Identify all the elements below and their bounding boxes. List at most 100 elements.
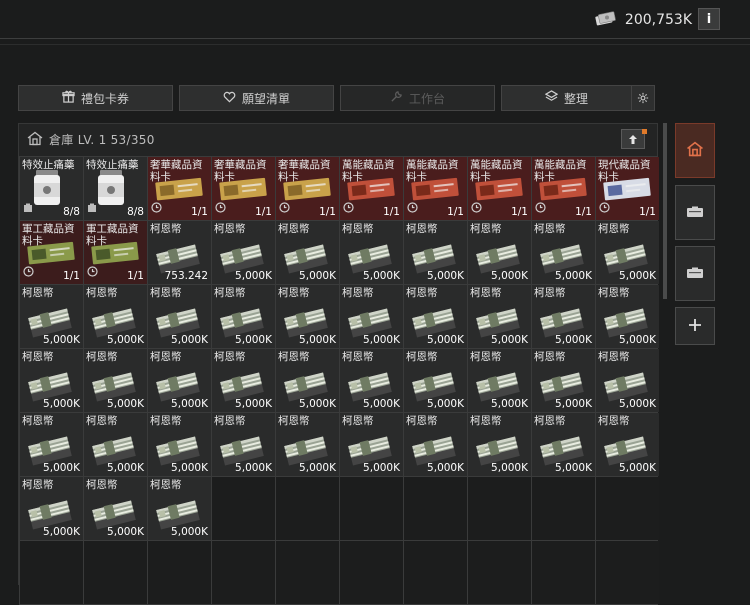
- empty-slot[interactable]: [404, 477, 467, 540]
- stash-item[interactable]: 柯恩幣 5,000K: [532, 413, 595, 476]
- sort-settings-button[interactable]: [631, 85, 655, 111]
- collection-badge-icon: [535, 198, 546, 217]
- stash-item[interactable]: 柯恩幣 5,000K: [532, 285, 595, 348]
- empty-slot[interactable]: [404, 541, 467, 604]
- collection-badge-icon: [407, 198, 418, 217]
- stash-item[interactable]: 柯恩幣 5,000K: [148, 413, 211, 476]
- stash-item[interactable]: 柯恩幣 5,000K: [212, 285, 275, 348]
- tab-label: 工作台: [408, 91, 445, 106]
- stash-item[interactable]: 萬能藏品資料卡 1/1: [340, 157, 403, 220]
- stash-item[interactable]: 柯恩幣 5,000K: [212, 221, 275, 284]
- item-quantity: 5,000K: [491, 270, 528, 282]
- stash-item[interactable]: 柯恩幣 5,000K: [84, 349, 147, 412]
- empty-slot[interactable]: [212, 541, 275, 604]
- stash-item[interactable]: 柯恩幣 753.242: [148, 221, 211, 284]
- empty-slot[interactable]: [20, 541, 83, 604]
- stash-item[interactable]: 柯恩幣 5,000K: [596, 413, 659, 476]
- empty-slot[interactable]: [532, 541, 595, 604]
- tab-sort[interactable]: 整理: [501, 85, 631, 111]
- stash-item[interactable]: 奢華藏品資料卡 1/1: [276, 157, 339, 220]
- divider: [0, 44, 750, 45]
- stash-item[interactable]: 萬能藏品資料卡 1/1: [532, 157, 595, 220]
- sidebar-add-button[interactable]: [675, 307, 715, 345]
- empty-slot[interactable]: [468, 541, 531, 604]
- stash-item[interactable]: 萬能藏品資料卡 1/1: [468, 157, 531, 220]
- stash-item[interactable]: 柯恩幣 5,000K: [340, 221, 403, 284]
- item-name: 柯恩幣: [342, 351, 374, 363]
- empty-slot[interactable]: [532, 477, 595, 540]
- empty-slot[interactable]: [276, 541, 339, 604]
- tab-workbench[interactable]: 工作台: [340, 85, 495, 111]
- stash-item[interactable]: 柯恩幣 5,000K: [340, 285, 403, 348]
- stash-item[interactable]: 奢華藏品資料卡 1/1: [148, 157, 211, 220]
- stash-item[interactable]: 柯恩幣 5,000K: [404, 413, 467, 476]
- stash-item[interactable]: 柯恩幣 5,000K: [596, 285, 659, 348]
- empty-slot[interactable]: [596, 477, 659, 540]
- stash-header: 倉庫 LV. 1 53/350: [19, 124, 657, 154]
- stash-item[interactable]: 柯恩幣 5,000K: [276, 349, 339, 412]
- stash-item[interactable]: 柯恩幣 5,000K: [532, 349, 595, 412]
- stash-item[interactable]: 柯恩幣 5,000K: [468, 413, 531, 476]
- stash-item[interactable]: 柯恩幣 5,000K: [212, 413, 275, 476]
- item-quantity: 5,000K: [427, 270, 464, 282]
- stash-item[interactable]: 柯恩幣 5,000K: [596, 221, 659, 284]
- empty-slot[interactable]: [276, 477, 339, 540]
- stash-scrollbar[interactable]: [663, 123, 667, 299]
- item-name: 柯恩幣: [598, 351, 630, 363]
- sidebar-storage-case-button[interactable]: [675, 185, 715, 240]
- stash-item[interactable]: 柯恩幣 5,000K: [212, 349, 275, 412]
- stash-item[interactable]: 柯恩幣 5,000K: [20, 477, 83, 540]
- item-name: 柯恩幣: [86, 415, 118, 427]
- info-button[interactable]: i: [698, 8, 720, 30]
- stash-item[interactable]: 柯恩幣 5,000K: [84, 285, 147, 348]
- empty-slot[interactable]: [212, 477, 275, 540]
- stash-item[interactable]: 柯恩幣 5,000K: [404, 285, 467, 348]
- stash-item[interactable]: 柯恩幣 5,000K: [20, 285, 83, 348]
- stash-item[interactable]: 柯恩幣 5,000K: [340, 413, 403, 476]
- empty-slot[interactable]: [148, 541, 211, 604]
- item-name: 柯恩幣: [406, 287, 438, 299]
- sidebar-home-button[interactable]: [675, 123, 715, 178]
- stash-item[interactable]: 柯恩幣 5,000K: [276, 285, 339, 348]
- stash-item[interactable]: 柯恩幣 5,000K: [20, 349, 83, 412]
- collection-badge-icon: [87, 262, 98, 281]
- stash-item[interactable]: 柯恩幣 5,000K: [404, 349, 467, 412]
- empty-slot[interactable]: [340, 477, 403, 540]
- item-quantity: 5,000K: [107, 462, 144, 474]
- stash-item[interactable]: 柯恩幣 5,000K: [276, 413, 339, 476]
- sidebar-storage-case-button[interactable]: [675, 246, 715, 301]
- tab-wishlist[interactable]: 願望清單: [179, 85, 334, 111]
- stash-item[interactable]: 軍工藏品資料卡 1/1: [84, 221, 147, 284]
- tab-label: 整理: [563, 91, 588, 106]
- stash-item[interactable]: 柯恩幣 5,000K: [148, 285, 211, 348]
- empty-slot[interactable]: [596, 541, 659, 604]
- stash-item[interactable]: 特效止痛藥 8/8: [20, 157, 83, 220]
- item-quantity: 1/1: [319, 206, 336, 218]
- stash-item[interactable]: 柯恩幣 5,000K: [148, 477, 211, 540]
- empty-slot[interactable]: [468, 477, 531, 540]
- stash-item[interactable]: 萬能藏品資料卡 1/1: [404, 157, 467, 220]
- item-quantity: 5,000K: [235, 462, 272, 474]
- stash-item[interactable]: 柯恩幣 5,000K: [404, 221, 467, 284]
- collection-badge-icon: [151, 198, 162, 217]
- stash-item[interactable]: 奢華藏品資料卡 1/1: [212, 157, 275, 220]
- stash-item[interactable]: 柯恩幣 5,000K: [84, 477, 147, 540]
- stash-item[interactable]: 柯恩幣 5,000K: [276, 221, 339, 284]
- stash-item[interactable]: 軍工藏品資料卡 1/1: [20, 221, 83, 284]
- tab-gift-vouchers[interactable]: 禮包卡券: [18, 85, 173, 111]
- stash-item[interactable]: 特效止痛藥 8/8: [84, 157, 147, 220]
- item-name: 奢華藏品資料卡: [278, 159, 331, 183]
- stash-item[interactable]: 現代藏品資料卡 1/1: [596, 157, 659, 220]
- stash-item[interactable]: 柯恩幣 5,000K: [468, 349, 531, 412]
- item-quantity: 1/1: [639, 206, 656, 218]
- stash-item[interactable]: 柯恩幣 5,000K: [84, 413, 147, 476]
- stash-item[interactable]: 柯恩幣 5,000K: [148, 349, 211, 412]
- empty-slot[interactable]: [340, 541, 403, 604]
- stash-item[interactable]: 柯恩幣 5,000K: [340, 349, 403, 412]
- stash-item[interactable]: 柯恩幣 5,000K: [596, 349, 659, 412]
- stash-item[interactable]: 柯恩幣 5,000K: [20, 413, 83, 476]
- empty-slot[interactable]: [84, 541, 147, 604]
- stash-item[interactable]: 柯恩幣 5,000K: [468, 285, 531, 348]
- stash-item[interactable]: 柯恩幣 5,000K: [532, 221, 595, 284]
- stash-item[interactable]: 柯恩幣 5,000K: [468, 221, 531, 284]
